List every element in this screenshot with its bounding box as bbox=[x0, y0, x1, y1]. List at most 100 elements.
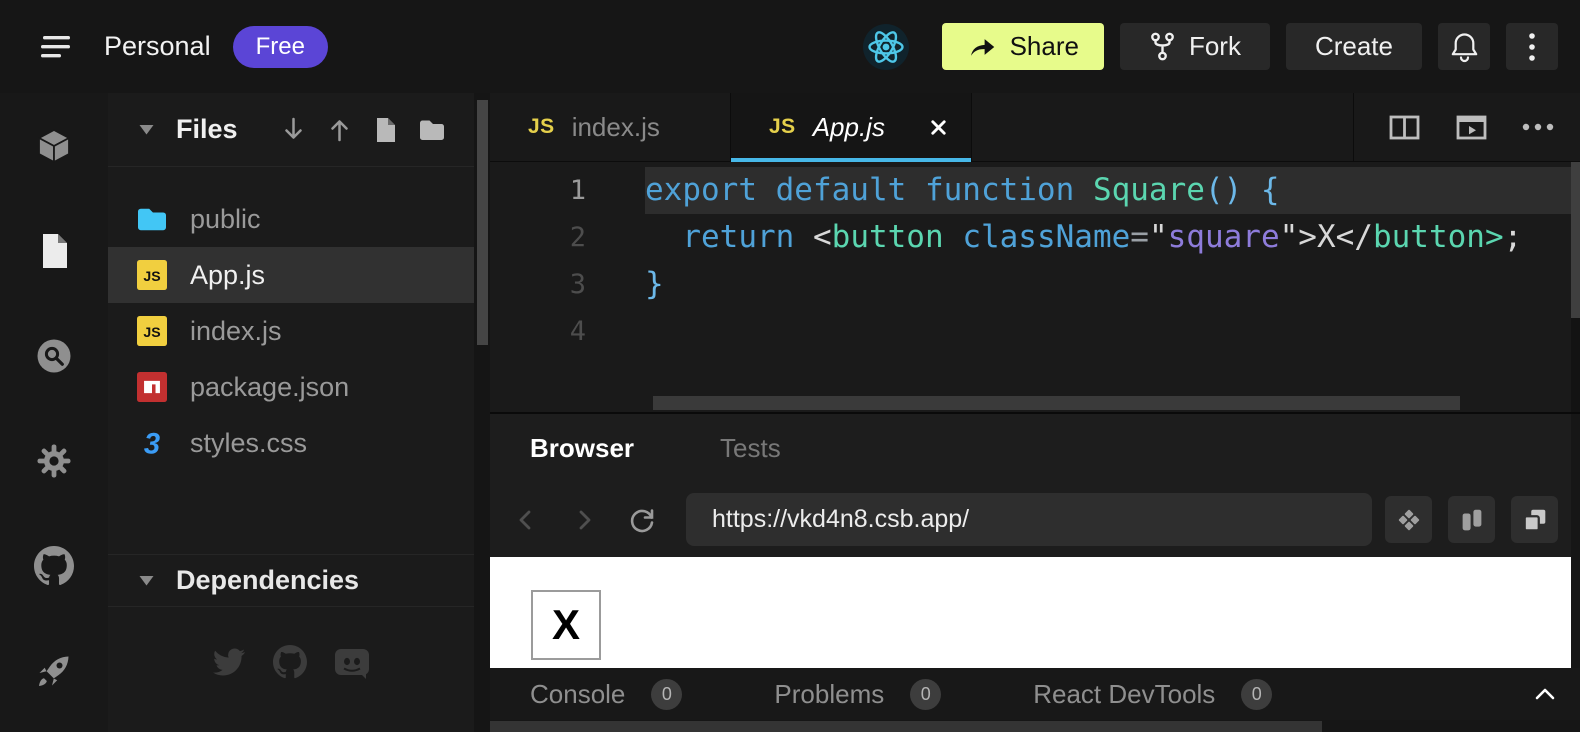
browser-tab-bar: Browser Tests bbox=[490, 414, 1580, 482]
file-row-styles.css[interactable]: 3styles.css bbox=[108, 415, 474, 471]
refresh-icon[interactable] bbox=[620, 498, 664, 542]
top-bar: Personal Free Share bbox=[0, 0, 1580, 93]
share-button-label: Share bbox=[1010, 31, 1079, 62]
browser-horizontal-scrollbar-thumb[interactable] bbox=[490, 721, 1322, 732]
tab-label: index.js bbox=[572, 112, 660, 143]
js-glyph-icon: JS bbox=[769, 115, 796, 139]
social-links bbox=[108, 645, 474, 679]
devtools-icon[interactable] bbox=[1385, 496, 1432, 543]
explorer-scrollbar-thumb[interactable] bbox=[477, 100, 488, 345]
console-item-problems[interactable]: Problems 0 bbox=[774, 679, 941, 710]
js-glyph-icon: JS bbox=[528, 115, 555, 139]
split-view-icon[interactable] bbox=[1388, 112, 1421, 143]
code-editor[interactable]: 1export default function Square() {2 ret… bbox=[490, 162, 1580, 412]
rocket-icon[interactable] bbox=[0, 618, 108, 723]
search-icon[interactable] bbox=[0, 303, 108, 408]
console-item-label: React DevTools bbox=[1033, 679, 1215, 710]
react-logo-icon bbox=[862, 23, 910, 71]
editor-column: JS index.js JS App.js bbox=[490, 93, 1580, 732]
count-badge: 0 bbox=[1241, 679, 1272, 710]
file-row-index.js[interactable]: JS index.js bbox=[108, 303, 474, 359]
console-bar: Console0 Problems 0 React DevTools 0 bbox=[490, 668, 1580, 720]
github-icon[interactable] bbox=[0, 513, 108, 618]
count-badge: 0 bbox=[910, 679, 941, 710]
fork-button[interactable]: Fork bbox=[1120, 23, 1270, 70]
svg-text:3: 3 bbox=[144, 428, 160, 459]
plan-badge: Free bbox=[233, 26, 328, 68]
files-header-actions bbox=[281, 116, 446, 144]
preview-window-icon[interactable] bbox=[1455, 112, 1488, 143]
console-item-label: Console bbox=[530, 679, 625, 710]
browser-tab-tests[interactable]: Tests bbox=[720, 433, 781, 464]
console-item-label: Problems bbox=[774, 679, 884, 710]
twitter-icon[interactable] bbox=[211, 646, 247, 678]
square-button[interactable]: X bbox=[531, 590, 601, 660]
editor-tab-index.js[interactable]: JS index.js bbox=[490, 93, 731, 161]
share-button[interactable]: Share bbox=[942, 23, 1104, 70]
kebab-menu-icon bbox=[1528, 31, 1536, 63]
svg-text:JS: JS bbox=[143, 324, 160, 340]
line-text bbox=[645, 308, 1571, 355]
svg-text:JS: JS bbox=[143, 268, 160, 284]
file-name: index.js bbox=[190, 316, 282, 347]
discord-icon[interactable] bbox=[333, 645, 371, 679]
chevron-up-icon[interactable] bbox=[1532, 685, 1558, 703]
file-row-package.json[interactable]: package.json bbox=[108, 359, 474, 415]
github-icon[interactable] bbox=[273, 645, 307, 679]
responsive-mode-icon[interactable] bbox=[1448, 496, 1495, 543]
browser-actions bbox=[1385, 496, 1558, 543]
console-item-react-devtools[interactable]: React DevTools 0 bbox=[1033, 679, 1272, 710]
file-icon[interactable] bbox=[0, 198, 108, 303]
code-line-4[interactable]: 4 bbox=[490, 308, 1580, 355]
line-text: } bbox=[645, 261, 1571, 308]
tab-label: App.js bbox=[813, 112, 885, 143]
box-icon[interactable] bbox=[0, 93, 108, 198]
more-options-button[interactable] bbox=[1506, 23, 1558, 70]
open-new-window-icon[interactable] bbox=[1511, 496, 1558, 543]
menu-icon[interactable] bbox=[34, 27, 78, 67]
create-button-label: Create bbox=[1315, 31, 1393, 62]
code-line-2[interactable]: 2 return <button className="square">X</b… bbox=[490, 214, 1580, 261]
folder-file-icon bbox=[135, 205, 169, 233]
url-text: https://vkd4n8.csb.app/ bbox=[712, 505, 969, 534]
browser-horizontal-scrollbar[interactable] bbox=[490, 720, 1580, 732]
code-line-3[interactable]: 3} bbox=[490, 261, 1580, 308]
files-section-header[interactable]: Files bbox=[108, 93, 474, 167]
upload-icon[interactable] bbox=[327, 116, 352, 143]
code-line-1[interactable]: 1export default function Square() { bbox=[490, 167, 1580, 214]
file-name: package.json bbox=[190, 372, 349, 403]
download-icon[interactable] bbox=[281, 116, 306, 143]
forward-icon[interactable] bbox=[562, 498, 606, 542]
editor-vertical-scrollbar-thumb[interactable] bbox=[1571, 162, 1580, 318]
line-text: export default function Square() { bbox=[645, 167, 1571, 214]
browser-panel: BrowserTests https://vkd4n8.csb.ap bbox=[490, 412, 1580, 732]
back-icon[interactable] bbox=[504, 498, 548, 542]
css-file-icon: 3 bbox=[135, 427, 169, 459]
file-row-public[interactable]: public bbox=[108, 191, 474, 247]
editor-vertical-scrollbar[interactable] bbox=[1571, 162, 1580, 412]
file-row-App.js[interactable]: JSApp.js bbox=[108, 247, 474, 303]
create-button[interactable]: Create bbox=[1286, 23, 1422, 70]
new-folder-icon[interactable] bbox=[418, 118, 446, 142]
explorer-scrollbar[interactable] bbox=[474, 93, 490, 732]
workbench-body: Files publicJSApp.jsJSindex. bbox=[0, 93, 1580, 732]
workspace-name[interactable]: Personal bbox=[104, 31, 211, 62]
file-list: publicJSApp.jsJSindex.jspackage.json3sty… bbox=[108, 167, 474, 471]
fork-icon bbox=[1149, 31, 1176, 62]
chevron-down-icon bbox=[138, 574, 155, 587]
dependencies-section-header[interactable]: Dependencies bbox=[108, 554, 474, 607]
notifications-button[interactable] bbox=[1438, 23, 1490, 70]
line-text: return <button className="square">X</but… bbox=[645, 214, 1571, 261]
url-bar[interactable]: https://vkd4n8.csb.app/ bbox=[686, 493, 1372, 546]
gear-icon[interactable] bbox=[0, 408, 108, 513]
editor-horizontal-scrollbar[interactable] bbox=[653, 396, 1460, 410]
editor-tab-App.js[interactable]: JS App.js bbox=[731, 93, 972, 161]
new-file-icon[interactable] bbox=[373, 116, 397, 144]
editor-tab-actions bbox=[1353, 93, 1580, 161]
console-item-console[interactable]: Console0 bbox=[530, 679, 682, 710]
npm-file-icon bbox=[135, 372, 169, 402]
browser-tab-browser[interactable]: Browser bbox=[530, 433, 634, 464]
close-tab-icon[interactable] bbox=[928, 117, 949, 138]
dependencies-title: Dependencies bbox=[176, 565, 359, 596]
ellipsis-icon[interactable] bbox=[1522, 123, 1554, 131]
